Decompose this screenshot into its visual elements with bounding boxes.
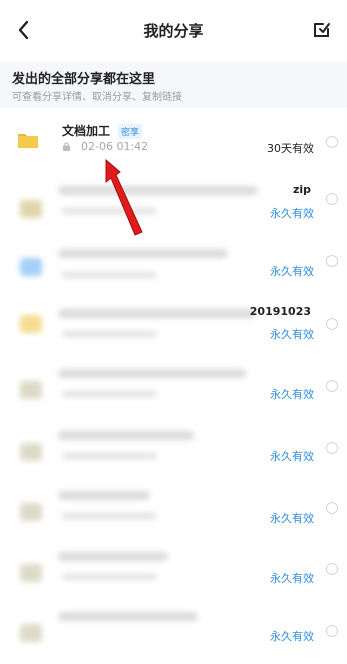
edit-check-icon[interactable]	[310, 18, 334, 42]
blurred-folder	[20, 381, 42, 399]
select-radio[interactable]	[326, 318, 338, 330]
filename-tail: zip	[292, 183, 311, 196]
share-info-banner: 发出的全部分享都在这里 可查看分享详情、取消分享、复制链接	[0, 62, 347, 108]
validity-status: 永久有效	[270, 450, 314, 463]
blurred-file-name	[58, 491, 150, 500]
blurred-file-name	[58, 249, 228, 258]
file-name: 文档加工	[62, 124, 111, 138]
validity-status: 永久有效	[270, 630, 314, 643]
validity-status: 永久有效	[270, 265, 314, 278]
blurred-folder	[20, 315, 42, 333]
validity-status: 30天有效	[267, 142, 314, 155]
filename-tail: 20191023	[249, 305, 311, 318]
folder-icon	[18, 134, 38, 148]
blurred-folder	[20, 624, 42, 642]
blurred-file-meta	[62, 574, 157, 580]
select-radio[interactable]	[326, 193, 338, 205]
select-radio[interactable]	[326, 563, 338, 575]
select-radio[interactable]	[326, 380, 338, 392]
validity-status: 永久有效	[270, 207, 314, 220]
blurred-folder	[20, 564, 42, 582]
blurred-folder	[20, 258, 42, 276]
blurred-file-name	[58, 186, 258, 195]
top-bar: 我的分享	[0, 0, 347, 62]
blurred-folder	[20, 443, 42, 461]
banner-title: 发出的全部分享都在这里	[12, 72, 156, 87]
red-pointer-arrow	[105, 158, 143, 236]
select-radio[interactable]	[326, 625, 338, 637]
blurred-file-name	[58, 552, 168, 561]
validity-status: 永久有效	[270, 572, 314, 585]
validity-status: 永久有效	[270, 328, 314, 341]
share-item[interactable]	[0, 170, 347, 232]
banner-subtitle: 可查看分享详情、取消分享、复制链接	[12, 92, 182, 103]
share-date: 02-06 01:42	[81, 140, 149, 153]
private-share-badge: 密享	[118, 124, 143, 139]
validity-status: 永久有效	[270, 512, 314, 525]
blurred-file-name	[58, 431, 194, 440]
select-radio[interactable]	[326, 502, 338, 514]
blurred-file-meta	[62, 513, 157, 519]
validity-status: 永久有效	[270, 388, 314, 401]
blurred-file-name	[58, 369, 246, 378]
page-title: 我的分享	[143, 22, 204, 40]
blurred-file-meta	[62, 453, 157, 459]
blurred-file-meta	[62, 331, 157, 337]
blurred-file-name	[58, 309, 256, 318]
blurred-folder	[20, 503, 42, 521]
select-radio[interactable]	[326, 136, 338, 148]
select-radio[interactable]	[326, 255, 338, 267]
select-radio[interactable]	[326, 442, 338, 454]
blurred-file-meta	[62, 272, 157, 278]
lock-icon	[62, 142, 71, 151]
blurred-folder	[20, 200, 42, 218]
blurred-file-meta	[62, 391, 157, 397]
blurred-file-name	[58, 612, 198, 621]
